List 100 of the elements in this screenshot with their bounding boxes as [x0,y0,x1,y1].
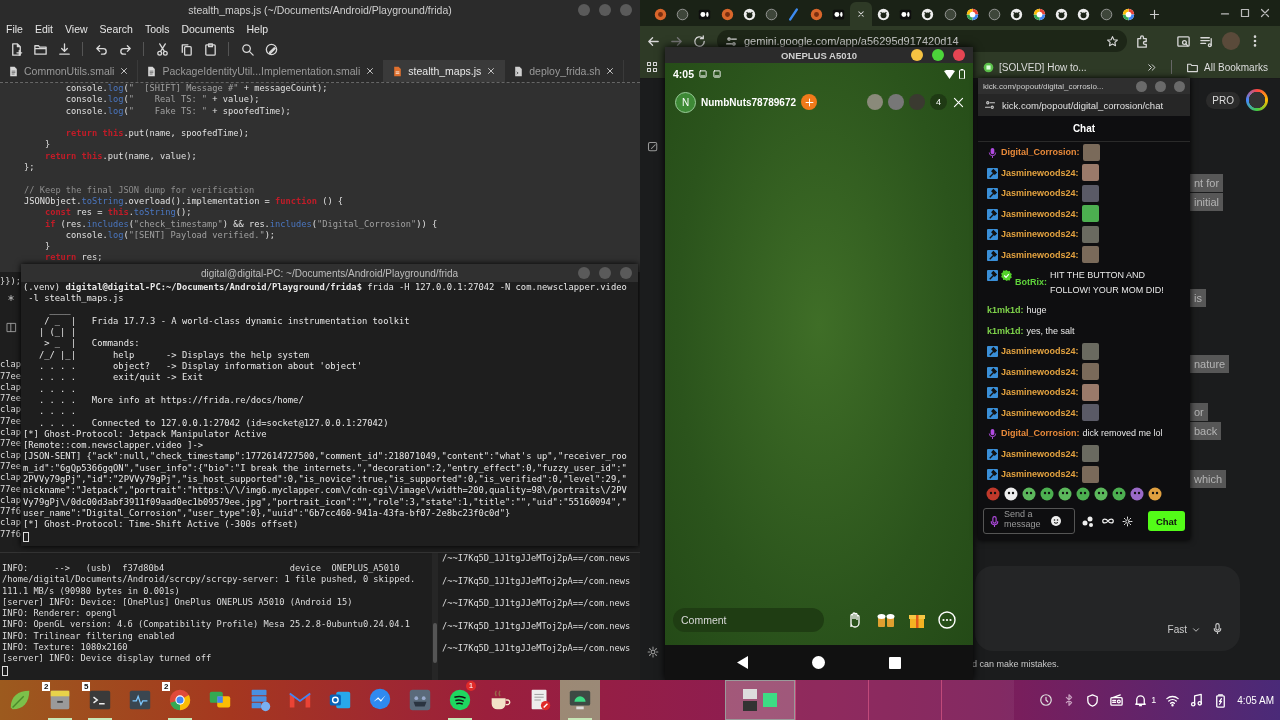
chat-username[interactable]: Jasminewoods24: [1001,165,1079,180]
asterisk-icon[interactable] [6,293,16,304]
home-icon[interactable] [812,656,826,669]
menu-item[interactable]: View [59,22,94,35]
clock[interactable]: 4:05 AM [1237,694,1274,706]
smiley-icon[interactable] [1051,516,1061,526]
emote-icon[interactable] [1004,487,1018,501]
dots-cluster-icon[interactable] [1082,515,1094,527]
close-icon[interactable] [486,66,497,76]
model-dropdown[interactable]: Fast [1167,624,1201,635]
close-icon[interactable] [605,66,616,76]
close-icon[interactable] [119,66,130,76]
music-icon[interactable] [1189,692,1205,708]
plus-icon[interactable] [1147,8,1161,21]
emote-icon[interactable] [1112,487,1126,501]
star-icon[interactable] [1106,34,1119,48]
chat-username[interactable]: Digital_Corrosion: [1001,145,1080,160]
close-icon[interactable] [365,66,376,76]
microphone-icon[interactable] [988,514,1001,528]
maximize-icon[interactable] [1238,6,1252,20]
workspace-preview[interactable] [725,680,795,720]
emote-icon[interactable] [1148,487,1162,501]
menu-item[interactable]: Help [240,22,275,35]
file-tab[interactable]: stealth_maps.js [384,60,506,82]
chat-username[interactable]: Jasminewoods24: [1001,467,1079,482]
chat-username[interactable]: Jasminewoods24: [1001,446,1079,461]
chat-header: Chat [978,116,1190,142]
terminal-text: clap [0,517,21,529]
bookmarks-folder[interactable]: All Bookmarks [1186,60,1268,74]
follow-button[interactable] [801,94,818,110]
taskbar-app[interactable]: 1 [440,680,480,720]
clipboard-icon [202,41,218,57]
window-control[interactable] [953,49,965,61]
send-button[interactable]: Chat [1147,511,1185,531]
prompt-input[interactable]: Fast [975,566,1240,651]
back-icon[interactable] [736,656,749,669]
chat-username[interactable]: Jasminewoods24: [1001,206,1079,221]
profile-avatar[interactable] [1246,89,1268,111]
comment-field[interactable]: Comment [673,608,824,632]
log-line: /home/digital/Documents/Android/scrcpy/scrcpy-server: 1 file pushed, 0 skipped. [2,574,417,586]
scrollbar-thumb[interactable] [433,623,437,663]
bell-icon[interactable] [1133,692,1149,708]
window-control[interactable] [911,49,923,61]
hammer-badge-icon [987,407,998,419]
chat-username[interactable]: Jasminewoods24: [1001,364,1079,379]
plan-badge[interactable]: PRO [1206,91,1240,109]
chat-username[interactable]: Jasminewoods24: [1001,227,1079,242]
viewer-count[interactable]: 4 [930,94,947,110]
close-icon[interactable] [1258,6,1272,20]
chat-username[interactable]: BotRix: [1015,275,1047,290]
emote-icon[interactable] [1094,487,1108,501]
terminal-text: 77f6 [0,506,21,518]
file-tab[interactable]: CommonUtils.smali [0,60,139,82]
emote-icon[interactable] [1076,487,1090,501]
menu-item[interactable]: Tools [138,22,176,35]
microphone-icon[interactable] [1211,622,1224,635]
menu-item[interactable]: Documents [175,22,241,35]
chat-username[interactable]: Jasminewoods24: [1001,247,1079,262]
radio-icon[interactable] [1109,692,1125,708]
message-input[interactable]: Send a message [1004,507,1048,535]
chat-username[interactable]: Jasminewoods24: [1001,385,1079,400]
more-icon[interactable] [938,611,956,629]
code-line: return this.put(name, spoofedTime); [64,128,250,140]
bookmark[interactable]: [SOLVED] How to... [979,59,1091,75]
panel-icon[interactable] [6,322,17,334]
emote-icon[interactable] [1040,487,1054,501]
notification-count: 1 [466,681,476,691]
file-icon [392,64,404,78]
chat-username[interactable]: k1mk1d: [987,323,1024,338]
menu-item[interactable]: Search [93,22,139,35]
message-field[interactable]: Send a message [983,508,1075,534]
emote-icon[interactable] [1022,487,1036,501]
terminal-line: > _ | Commands: [43,338,141,350]
taskbar-app[interactable]: 5 [80,680,120,720]
taskbar-app[interactable]: 2 [160,680,200,720]
tab-search-icon[interactable] [1176,33,1191,49]
shield-icon[interactable] [1085,692,1101,708]
chat-username[interactable]: Jasminewoods24: [1001,186,1079,201]
chat-username[interactable]: k1mk1d: [987,303,1024,318]
code-line: }; [24,162,36,174]
chat-username[interactable]: Jasminewoods24: [1001,405,1079,420]
chat-username[interactable]: Digital_Corrosion: [1001,426,1080,441]
taskbar-app[interactable] [560,680,600,720]
reload-icon[interactable] [692,33,707,49]
menu-item[interactable]: File [0,22,29,35]
recents-icon[interactable] [889,656,902,669]
close-icon[interactable] [952,95,965,109]
window-control[interactable] [932,49,944,61]
user-avatar[interactable]: N [675,91,696,113]
puzzle-icon[interactable] [1135,33,1150,49]
apps-grid-icon[interactable] [646,61,658,73]
emote-icon[interactable] [1058,487,1072,501]
chevron-double-icon[interactable] [1146,61,1158,73]
file-tab[interactable]: deploy_frida.sh [505,60,625,82]
beer-mugs-icon[interactable] [876,611,896,629]
taskbar-app[interactable]: 2 [40,680,80,720]
terminal-text: }}); [0,276,21,288]
chat-username[interactable]: Jasminewoods24: [1001,344,1079,359]
edit-icon[interactable] [646,141,659,153]
menu-item[interactable]: Edit [28,22,59,35]
